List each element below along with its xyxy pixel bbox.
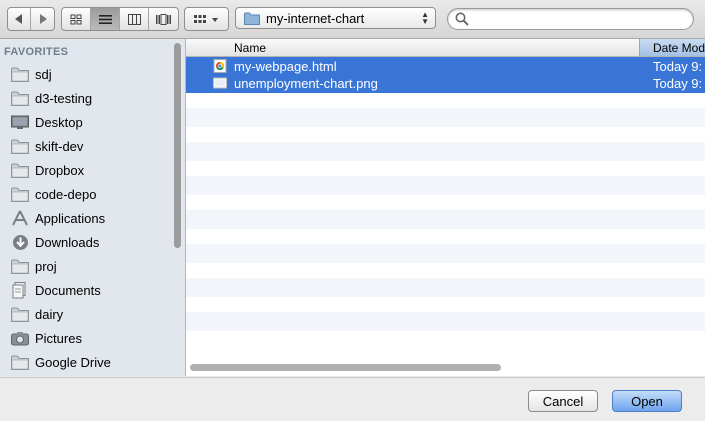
- location-label: my-internet-chart: [266, 10, 365, 26]
- sidebar-item-dropbox[interactable]: Dropbox: [10, 158, 84, 182]
- column-header-date[interactable]: Date Mod: [639, 39, 705, 56]
- search-icon: [455, 12, 469, 26]
- sidebar-item-code-depo[interactable]: code-depo: [10, 182, 96, 206]
- cancel-button[interactable]: Cancel: [528, 390, 598, 412]
- html-file-icon: [213, 59, 227, 73]
- sidebar-item-dairy[interactable]: dairy: [10, 302, 63, 326]
- back-forward-control: [7, 7, 55, 31]
- folder-icon: [10, 305, 30, 323]
- file-name: unemployment-chart.png: [234, 76, 378, 91]
- bottom-bar: Cancel Open: [0, 377, 705, 421]
- sidebar-item-documents[interactable]: Documents: [10, 278, 101, 302]
- documents-icon: [10, 281, 30, 299]
- arrange-grid-icon: [193, 14, 218, 23]
- sidebar-item-label: Documents: [35, 282, 101, 298]
- location-popup[interactable]: my-internet-chart ▲ ▼: [235, 7, 436, 29]
- sidebar-item-label: dairy: [35, 306, 64, 322]
- favorites-header: FAVORITES: [4, 46, 69, 58]
- sidebar-item-label: skift-dev: [35, 138, 84, 154]
- icon-view-button[interactable]: [62, 8, 91, 30]
- file-list: Name Date Mod my-webpage.html Today 9: une…: [186, 39, 705, 376]
- toolbar: my-internet-chart ▲ ▼: [0, 0, 705, 39]
- file-list-scrollbar[interactable]: [190, 364, 501, 371]
- list-view-button[interactable]: [91, 8, 120, 30]
- view-mode-control: [61, 7, 179, 31]
- image-file-icon: [213, 76, 227, 90]
- icon-view-icon: [70, 14, 82, 24]
- file-name: my-webpage.html: [234, 59, 337, 74]
- open-button[interactable]: Open: [612, 390, 682, 412]
- folder-icon: [10, 89, 30, 107]
- folder-icon: [10, 137, 30, 155]
- chevron-right-icon: [39, 14, 47, 24]
- list-view-icon: [98, 14, 112, 24]
- column-view-button[interactable]: [120, 8, 149, 30]
- sidebar-item-downloads[interactable]: Downloads: [10, 230, 99, 254]
- arrange-button[interactable]: [184, 7, 229, 31]
- coverflow-view-button[interactable]: [149, 8, 178, 30]
- sidebar-item-label: code-depo: [35, 186, 97, 202]
- column-header: Name Date Mod: [186, 39, 705, 57]
- sidebar-scrollbar[interactable]: [174, 43, 181, 248]
- downloads-icon: [10, 233, 30, 251]
- folder-icon: [10, 161, 30, 179]
- chevron-left-icon: [15, 14, 22, 24]
- sidebar-item-label: Downloads: [35, 234, 100, 250]
- file-date: Today 9:: [653, 76, 703, 91]
- column-header-date-label: Date Mod: [653, 41, 705, 55]
- sidebar-item-label: Desktop: [35, 114, 83, 130]
- column-view-icon: [127, 13, 141, 25]
- applications-icon: [10, 209, 30, 227]
- sidebar-item-applications[interactable]: Applications: [10, 206, 105, 230]
- folder-icon: [10, 185, 30, 203]
- sidebar: FAVORITES sdj d3-testing Desktop skift-dev D…: [0, 39, 186, 376]
- back-button[interactable]: [8, 8, 31, 30]
- sidebar-item-label: Dropbox: [35, 162, 85, 178]
- sidebar-item-label: sdj: [35, 66, 52, 82]
- folder-icon: [10, 65, 30, 83]
- arrange-button-face: [185, 8, 228, 30]
- sidebar-item-desktop[interactable]: Desktop: [10, 110, 83, 134]
- sidebar-item-google-drive[interactable]: Google Drive: [10, 350, 111, 374]
- cancel-button-label: Cancel: [542, 393, 584, 409]
- sidebar-item-pictures[interactable]: Pictures: [10, 326, 82, 350]
- sidebar-item-d3-testing[interactable]: d3-testing: [10, 86, 92, 110]
- sidebar-item-proj[interactable]: proj: [10, 254, 57, 278]
- forward-button[interactable]: [31, 8, 54, 30]
- open-button-label: Open: [631, 393, 663, 409]
- sidebar-item-label: d3-testing: [35, 90, 93, 106]
- search-field[interactable]: [447, 8, 694, 30]
- sidebar-item-sdj[interactable]: sdj: [10, 62, 52, 86]
- sidebar-item-label: Pictures: [35, 330, 82, 346]
- empty-row: [186, 312, 705, 331]
- chevron-updown-icon: ▲ ▼: [421, 10, 429, 26]
- sidebar-item-label: proj: [35, 258, 57, 274]
- file-date: Today 9:: [653, 59, 703, 74]
- coverflow-view-icon: [156, 13, 171, 25]
- sidebar-item-label: Google Drive: [35, 354, 111, 370]
- column-header-name[interactable]: Name: [234, 41, 266, 55]
- desktop-icon: [10, 113, 30, 131]
- camera-icon: [10, 329, 30, 347]
- sidebar-item-label: Applications: [35, 210, 106, 226]
- folder-icon: [10, 257, 30, 275]
- folder-icon: [10, 353, 30, 371]
- sidebar-item-skift-dev[interactable]: skift-dev: [10, 134, 83, 158]
- folder-icon: [244, 12, 260, 25]
